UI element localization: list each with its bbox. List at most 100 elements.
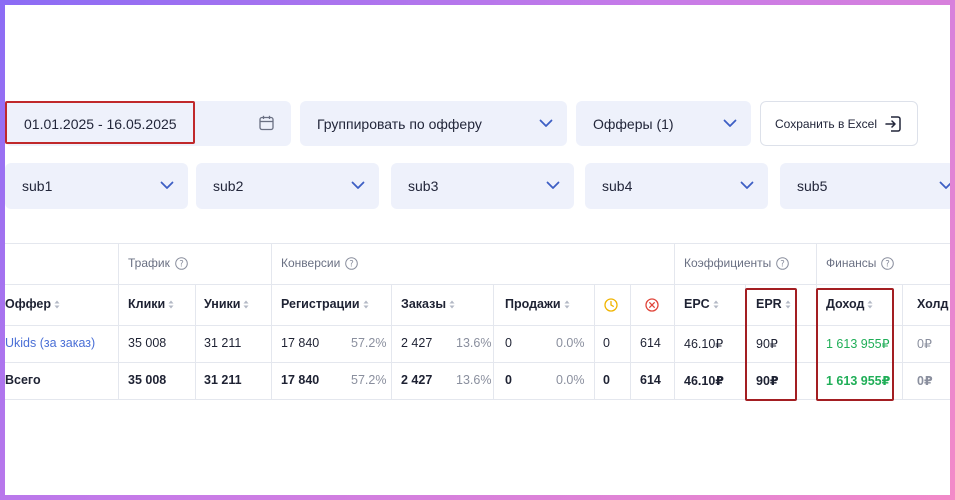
group-by-select[interactable]: Группировать по офферу [300, 101, 567, 146]
column-header-offer[interactable]: Оффер [5, 297, 60, 311]
epr-column-highlight [745, 288, 797, 401]
total-orders: 2 427 [401, 373, 433, 387]
export-icon [885, 116, 901, 132]
pending-clock-icon [604, 298, 618, 312]
total-epc: 46.10₽ [684, 374, 724, 388]
row-orders: 2 427 [401, 336, 433, 350]
row-pending: 0 [603, 336, 610, 350]
income-column-highlight [816, 288, 894, 401]
table-divider [271, 243, 272, 399]
column-header-uniques-label: Уники [204, 297, 241, 311]
chevron-down-icon [546, 181, 560, 189]
help-icon[interactable]: ? [776, 256, 790, 270]
group-conversions: Конверсии ? [281, 256, 359, 270]
sort-icon [713, 300, 719, 308]
svg-text:?: ? [886, 259, 891, 269]
column-header-uniques[interactable]: Уники [204, 297, 249, 311]
column-header-hold-label: Холд [917, 297, 949, 311]
group-finance-label: Финансы [826, 256, 877, 270]
rejected-x-icon [645, 298, 659, 312]
group-conversions-label: Конверсии [281, 256, 341, 270]
row-orders-pct: 13.6% [456, 336, 492, 350]
column-header-clicks-label: Клики [128, 297, 166, 311]
help-icon[interactable]: ? [175, 256, 188, 270]
sort-icon [363, 300, 369, 308]
column-header-sales[interactable]: Продажи [505, 297, 570, 311]
table-divider [118, 243, 119, 399]
sort-icon [54, 300, 60, 308]
column-header-orders[interactable]: Заказы [401, 297, 455, 311]
total-hold: 0₽ [917, 374, 933, 388]
table-divider [902, 284, 903, 399]
group-finance: Финансы ? [826, 256, 895, 270]
sub5-label: sub5 [797, 178, 828, 194]
column-header-epc-label: EPC [684, 297, 710, 311]
sort-icon [168, 300, 174, 308]
offer-link[interactable]: Ukids (за заказ) [5, 336, 95, 350]
row-rejected: 614 [640, 336, 661, 350]
row-registrations: 17 840 [281, 336, 320, 350]
sort-icon [243, 300, 249, 308]
total-registrations-pct: 57.2% [351, 373, 387, 387]
chevron-down-icon [539, 119, 553, 127]
table-divider [630, 284, 631, 399]
table-border [5, 243, 950, 244]
chevron-down-icon [723, 119, 737, 127]
total-orders-pct: 13.6% [456, 373, 492, 387]
row-sales-pct: 0.0% [556, 336, 585, 350]
chevron-down-icon [740, 181, 754, 189]
report-frame: 01.01.2025 - 16.05.2025 Группировать по … [5, 5, 950, 495]
column-header-registrations-label: Регистрации [281, 297, 360, 311]
sort-icon [564, 300, 570, 308]
column-header-orders-label: Заказы [401, 297, 447, 311]
row-registrations-pct: 57.2% [351, 336, 387, 350]
group-by-value: Группировать по офферу [317, 115, 482, 132]
total-label: Всего [5, 373, 41, 387]
offers-select[interactable]: Офферы (1) [576, 101, 751, 146]
export-excel-label: Сохранить в Excel [775, 116, 878, 131]
column-header-sales-label: Продажи [505, 297, 561, 311]
table-divider [674, 243, 675, 399]
total-registrations: 17 840 [281, 373, 320, 387]
table-border [5, 325, 950, 326]
table-border [5, 399, 950, 400]
export-excel-button[interactable]: Сохранить в Excel [760, 101, 918, 146]
table-divider [594, 284, 595, 399]
table-border [5, 362, 950, 363]
chevron-down-icon [351, 181, 365, 189]
total-sales: 0 [505, 373, 512, 387]
group-coefficients-label: Коэффициенты [684, 256, 772, 270]
sort-icon [449, 300, 455, 308]
help-icon[interactable]: ? [881, 256, 895, 270]
column-header-registrations[interactable]: Регистрации [281, 297, 369, 311]
row-uniques: 31 211 [204, 336, 242, 350]
sub2-select[interactable]: sub2 [196, 163, 379, 209]
svg-text:?: ? [780, 259, 785, 269]
chevron-down-icon [939, 181, 950, 189]
column-header-offer-label: Оффер [5, 297, 52, 311]
svg-text:?: ? [350, 259, 355, 269]
total-rejected: 614 [640, 373, 661, 387]
sub4-select[interactable]: sub4 [585, 163, 768, 209]
total-pending: 0 [603, 373, 610, 387]
chevron-down-icon [160, 181, 174, 189]
total-uniques: 31 211 [204, 373, 242, 387]
table-divider [195, 284, 196, 399]
group-coefficients: Коэффициенты ? [684, 256, 790, 270]
calendar-icon[interactable] [259, 115, 274, 131]
group-traffic-label: Трафик [128, 256, 170, 270]
sub3-select[interactable]: sub3 [391, 163, 574, 209]
total-clicks: 35 008 [128, 373, 167, 387]
sub1-select[interactable]: sub1 [5, 163, 188, 209]
column-header-hold[interactable]: Холд [917, 297, 948, 311]
row-epc: 46.10₽ [684, 337, 724, 351]
table-border [5, 284, 950, 285]
row-hold: 0₽ [917, 337, 932, 351]
group-traffic: Трафик ? [128, 256, 188, 270]
table-divider [391, 284, 392, 399]
column-header-epc[interactable]: EPC [684, 297, 719, 311]
date-range-highlight [5, 101, 195, 144]
help-icon[interactable]: ? [345, 256, 359, 270]
sub5-select[interactable]: sub5 [780, 163, 950, 209]
column-header-clicks[interactable]: Клики [128, 297, 174, 311]
